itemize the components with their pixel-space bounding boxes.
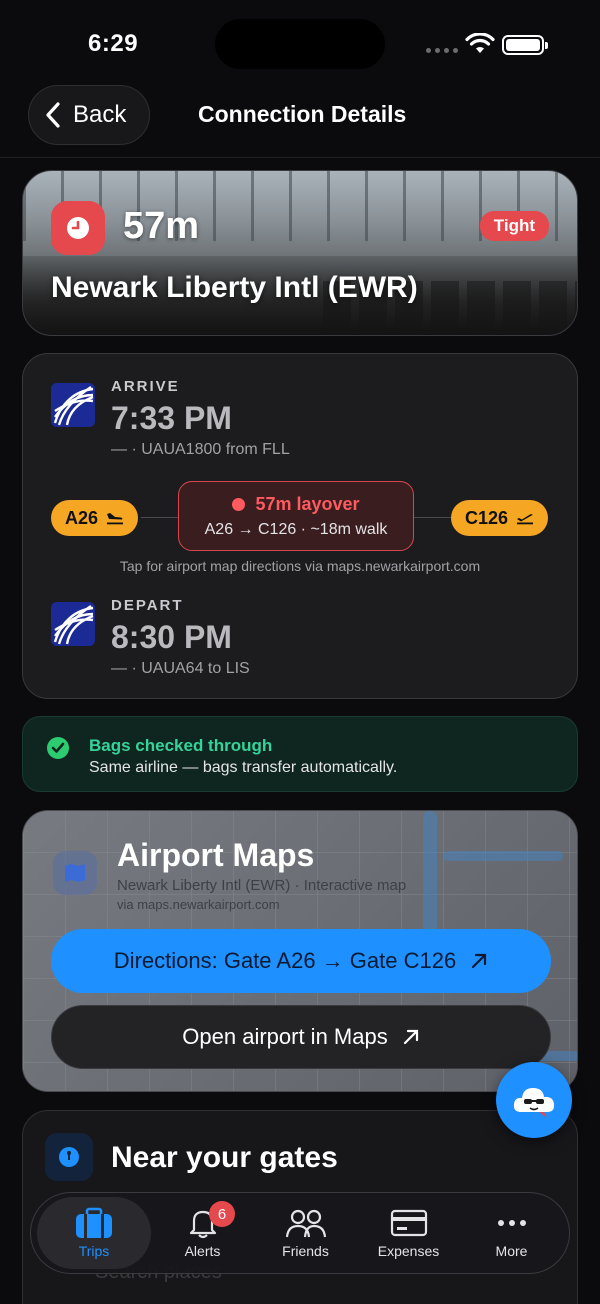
- more-icon: [497, 1220, 526, 1226]
- airport-maps-card: Airport Maps Newark Liberty Intl (EWR) ·…: [22, 810, 578, 1092]
- cloud-mascot-icon: [513, 1088, 555, 1118]
- directions-label: Directions: Gate A26 → Gate C126: [113, 948, 457, 973]
- status-time: 6:29: [88, 30, 139, 57]
- tab-friends[interactable]: Friends: [254, 1197, 357, 1269]
- near-gates-title: Near your gates: [111, 1141, 338, 1174]
- external-link-icon: [472, 953, 487, 969]
- united-globe-icon: [51, 383, 95, 427]
- back-label: Back: [73, 101, 127, 128]
- location-pin-icon: [45, 1133, 93, 1181]
- directions-button[interactable]: Directions: Gate A26 → Gate C126: [51, 929, 551, 993]
- wifi-icon: [465, 33, 495, 53]
- status-badge: Tight: [479, 211, 549, 241]
- united-globe-icon: [51, 602, 95, 646]
- tab-expenses[interactable]: Expenses: [357, 1197, 460, 1269]
- tab-alerts[interactable]: Alerts 6: [151, 1197, 254, 1269]
- tab-label: Expenses: [377, 1243, 440, 1259]
- external-link-icon: [403, 1029, 418, 1045]
- suitcase-icon: [76, 1207, 112, 1238]
- bottom-tab-bar: Trips Alerts 6 Friends Expenses More: [30, 1192, 570, 1274]
- arrive-time: 7:33 PM: [111, 400, 232, 436]
- depart-flight-detail: — · UAUA64 to LIS: [111, 660, 250, 677]
- tab-label: Friends: [282, 1243, 329, 1259]
- depart-label: DEPART: [111, 597, 184, 614]
- bags-subtitle: Same airline — bags transfer automatical…: [89, 759, 398, 776]
- bags-status-card: Bags checked through Same airline — bags…: [22, 716, 578, 792]
- connection-duration: 57m: [123, 205, 200, 247]
- depart-time: 8:30 PM: [111, 619, 232, 655]
- tab-label: Alerts: [184, 1243, 221, 1259]
- alerts-count-badge: 6: [209, 1201, 235, 1227]
- back-button[interactable]: Back: [28, 85, 150, 145]
- bags-title: Bags checked through: [89, 736, 273, 755]
- page-title: Connection Details: [198, 101, 407, 127]
- people-icon: [285, 1209, 326, 1238]
- layover-route: A26 → C126 · ~18m walk: [204, 521, 388, 538]
- card-icon: [390, 1209, 427, 1237]
- arrival-gate-pill[interactable]: A26: [51, 500, 139, 536]
- header-divider: [0, 157, 600, 158]
- departure-gate-pill[interactable]: C126: [451, 500, 549, 536]
- airport-maps-source: via maps.newarkairport.com: [117, 897, 280, 912]
- battery-icon: [502, 35, 548, 55]
- clock-icon: [232, 498, 246, 511]
- map-directions-hint[interactable]: Tap for airport map directions via maps.…: [23, 558, 577, 574]
- open-in-maps-button[interactable]: Open airport in Maps: [51, 1005, 551, 1069]
- map-icon: [53, 851, 97, 895]
- layover-title: 57m layover: [255, 494, 360, 514]
- plane-landing-icon: [107, 513, 124, 525]
- tab-trips[interactable]: Trips: [37, 1197, 151, 1269]
- status-bar: 6:29: [0, 0, 600, 90]
- clock-icon: [51, 201, 105, 255]
- tab-label: More: [495, 1243, 528, 1259]
- chevron-left-icon: [46, 102, 60, 128]
- airport-hero-card[interactable]: 57m Tight Newark Liberty Intl (EWR): [22, 170, 578, 336]
- checkmark-icon: [47, 737, 69, 759]
- open-in-maps-label: Open airport in Maps: [182, 1024, 388, 1049]
- arrival-gate-label: A26: [65, 507, 99, 528]
- airport-maps-subtitle: Newark Liberty Intl (EWR) · Interactive …: [117, 877, 407, 894]
- departure-gate-label: C126: [465, 507, 509, 528]
- dynamic-island: [215, 19, 385, 69]
- airport-maps-title: Airport Maps: [117, 837, 315, 873]
- arrive-flight-detail: — · UAUA1800 from FLL: [111, 441, 290, 458]
- tab-more[interactable]: More: [460, 1197, 563, 1269]
- signal-icon: [426, 48, 458, 53]
- layover-summary[interactable]: 57m layover A26 → C126 · ~18m walk: [178, 481, 414, 551]
- tab-label: Trips: [78, 1243, 110, 1259]
- assistant-fab-button[interactable]: [496, 1062, 572, 1138]
- plane-takeoff-icon: [517, 514, 534, 525]
- connection-card: ARRIVE 7:33 PM — · UAUA1800 from FLL A26…: [22, 353, 578, 699]
- airport-name: Newark Liberty Intl (EWR): [51, 271, 418, 304]
- arrive-label: ARRIVE: [111, 378, 180, 395]
